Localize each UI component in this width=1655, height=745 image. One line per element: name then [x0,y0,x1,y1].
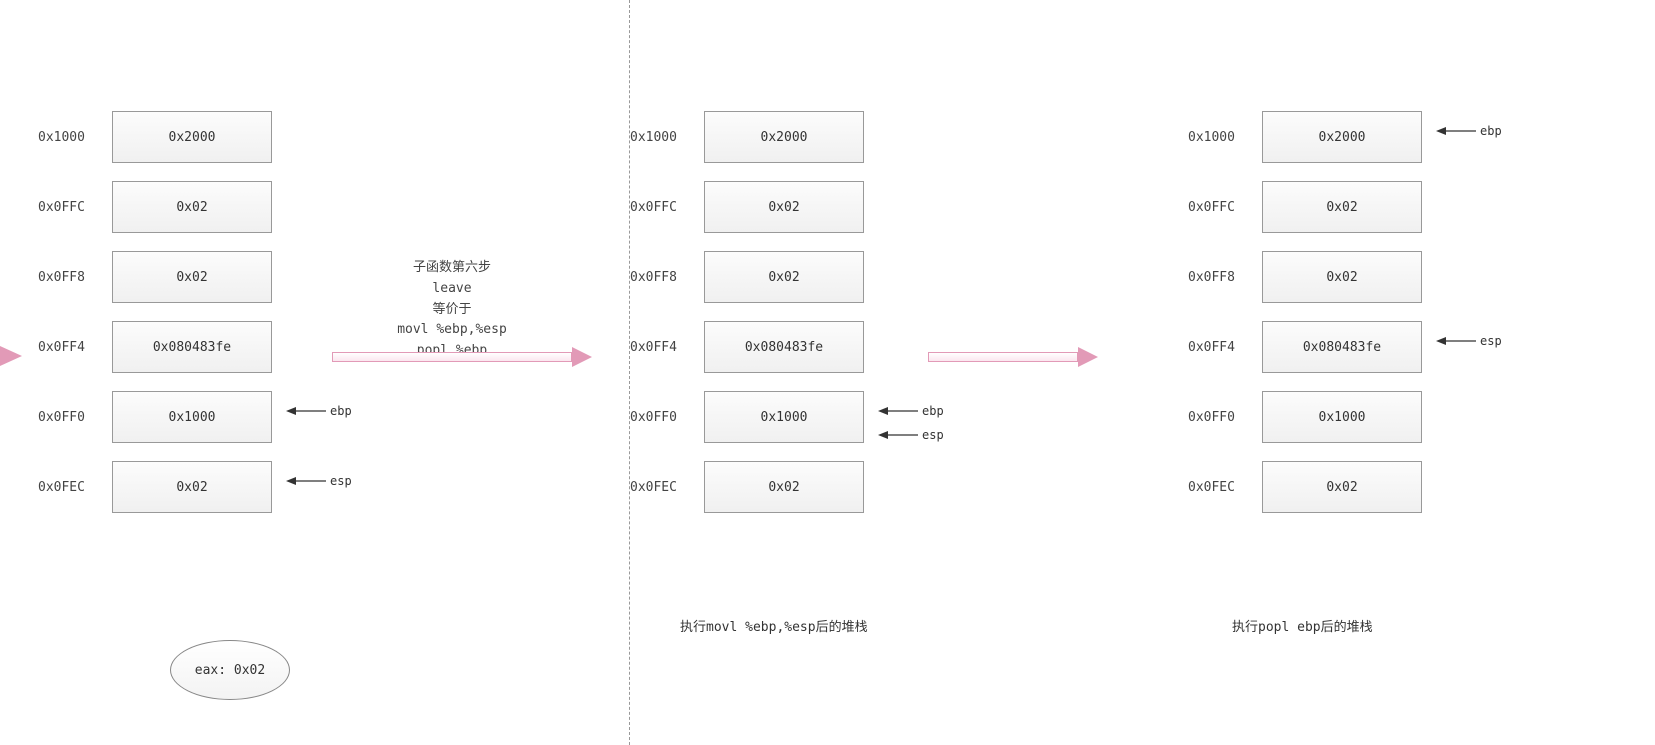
stack-cell: 0x02 [112,461,272,513]
stack-row: 0x0FF4 0x080483fe [630,312,864,382]
stack-cell: 0x080483fe [112,321,272,373]
address-label: 0x0FEC [630,480,700,495]
stack-after-movl: 0x10000x20000x0FFC0x020x0FF80x020x0FF40x… [630,102,864,522]
stack-row: 0x0FF8 0x02 [38,242,272,312]
address-label: 0x0FFC [1188,200,1258,215]
address-label: 0x0FFC [38,200,108,215]
step-line-2: leave [332,279,572,300]
stack-row: 0x0FF8 0x02 [1188,242,1422,312]
esp-pointer: esp [1436,334,1502,348]
stack-cell: 0x1000 [1262,391,1422,443]
address-label: 0x0FEC [38,480,108,495]
stack-row: 0x0FEC 0x02 [1188,452,1422,522]
stack-row: 0x0FF0 0x1000 [38,382,272,452]
arrow-transition-1 [332,350,592,364]
stack-row: 0x0FFC 0x02 [1188,172,1422,242]
stack-cell: 0x2000 [112,111,272,163]
stack-cell: 0x2000 [1262,111,1422,163]
arrow-transition-2 [928,350,1098,364]
stack-row: 0x1000 0x2000 [38,102,272,172]
stack-row: 0x0FF4 0x080483fe [38,312,272,382]
stack-cell: 0x02 [704,461,864,513]
caption-after-movl: 执行movl %ebp,%esp后的堆栈 [680,616,868,635]
stack-row: 0x0FFC 0x02 [630,172,864,242]
caption-after-popl: 执行popl ebp后的堆栈 [1232,616,1373,635]
stack-row: 0x0FF4 0x080483fe [1188,312,1422,382]
stack-after-popl: 0x10000x20000x0FFC0x020x0FF80x020x0FF40x… [1188,102,1422,522]
step-description: 子函数第六步 leave 等价于 movl %ebp,%esp popl %eb… [332,258,572,362]
address-label: 0x0FF8 [38,270,108,285]
address-label: 0x0FFC [630,200,700,215]
stack-before: 0x10000x20000x0FFC0x020x0FF80x020x0FF40x… [38,102,272,522]
stack-cell: 0x02 [1262,461,1422,513]
address-label: 0x0FF4 [38,340,108,355]
stack-cell: 0x080483fe [1262,321,1422,373]
address-label: 0x0FF0 [630,410,700,425]
eax-value: eax: 0x02 [195,663,265,678]
ebp-pointer: ebp [1436,124,1502,138]
address-label: 0x1000 [1188,130,1258,145]
step-line-1: 子函数第六步 [332,258,572,279]
address-label: 0x0FF8 [630,270,700,285]
ebp-pointer: ebp [286,404,352,418]
stack-row: 0x0FF0 0x1000 [630,382,864,452]
stack-cell: 0x080483fe [704,321,864,373]
step-line-4: movl %ebp,%esp [332,320,572,341]
ebp-pointer: ebp [878,404,944,418]
esp-pointer: esp [286,474,352,488]
address-label: 0x0FF4 [630,340,700,355]
address-label: 0x0FF8 [1188,270,1258,285]
stack-cell: 0x02 [704,251,864,303]
stack-row: 0x0FF8 0x02 [630,242,864,312]
diagram-root: 0x10000x20000x0FFC0x020x0FF80x020x0FF40x… [0,0,1655,745]
stack-cell: 0x02 [1262,181,1422,233]
step-line-3: 等价于 [332,300,572,321]
address-label: 0x0FF4 [1188,340,1258,355]
stack-cell: 0x02 [704,181,864,233]
arrow-left-entry-icon [0,346,22,366]
address-label: 0x1000 [630,130,700,145]
address-label: 0x0FF0 [38,410,108,425]
stack-row: 0x1000 0x2000 [1188,102,1422,172]
stack-cell: 0x2000 [704,111,864,163]
address-label: 0x1000 [38,130,108,145]
stack-cell: 0x02 [1262,251,1422,303]
stack-row: 0x0FFC 0x02 [38,172,272,242]
stack-row: 0x0FF0 0x1000 [1188,382,1422,452]
stack-row: 0x0FEC 0x02 [630,452,864,522]
stack-cell: 0x1000 [112,391,272,443]
eax-register: eax: 0x02 [170,640,290,700]
stack-cell: 0x02 [112,181,272,233]
address-label: 0x0FF0 [1188,410,1258,425]
stack-row: 0x1000 0x2000 [630,102,864,172]
stack-cell: 0x02 [112,251,272,303]
stack-row: 0x0FEC 0x02 [38,452,272,522]
esp-pointer: esp [878,428,944,442]
stack-cell: 0x1000 [704,391,864,443]
address-label: 0x0FEC [1188,480,1258,495]
